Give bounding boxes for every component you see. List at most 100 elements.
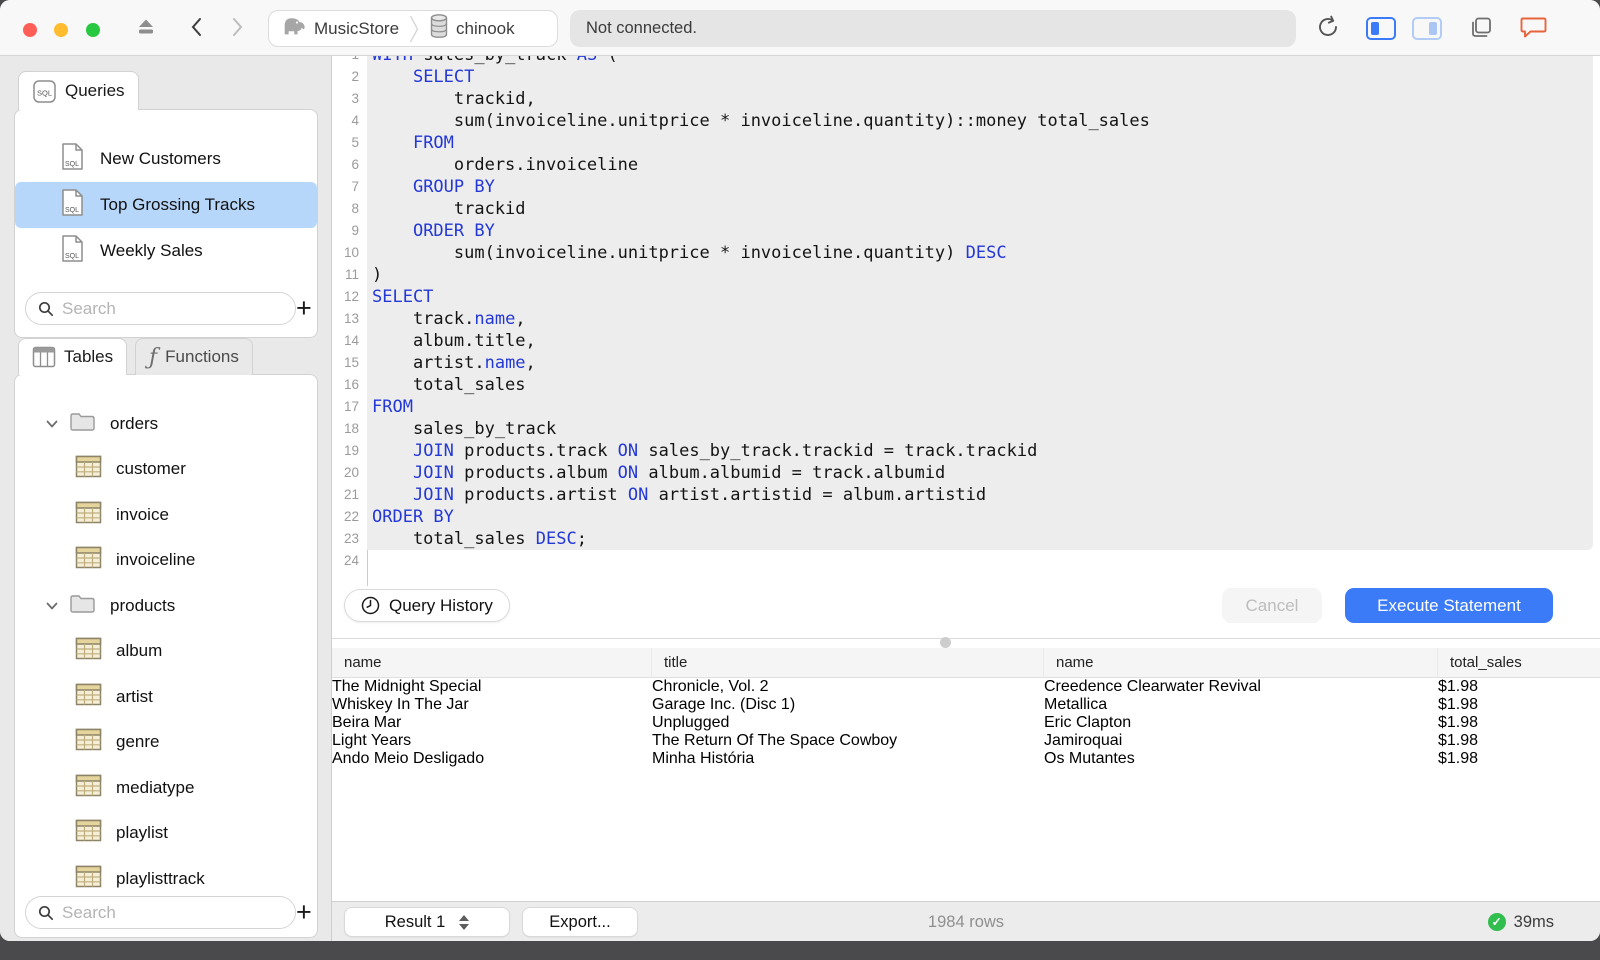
table-cell[interactable]: $1.98: [1438, 750, 1600, 768]
table-cell[interactable]: The Midnight Special: [332, 678, 652, 696]
tables-search-input[interactable]: [62, 902, 283, 923]
line-number: 8: [351, 201, 359, 216]
breadcrumb-server[interactable]: MusicStore: [269, 11, 409, 46]
code-line: 6 orders.invoiceline: [332, 154, 1600, 176]
query-item[interactable]: SQL Weekly Sales: [15, 228, 317, 274]
tree-folder[interactable]: orders: [15, 401, 317, 447]
queries-search[interactable]: [25, 292, 296, 325]
table-cell[interactable]: The Return Of The Space Cowboy: [652, 732, 1044, 750]
svg-text:SQL: SQL: [65, 161, 79, 168]
tree-item-label: playlist: [116, 823, 168, 843]
line-number: 22: [343, 509, 359, 524]
column-header[interactable]: name: [332, 648, 652, 677]
table-cell[interactable]: Whiskey In The Jar: [332, 696, 652, 714]
success-check-icon: ✓: [1487, 913, 1506, 931]
refresh-icon[interactable]: [1315, 14, 1341, 40]
table-cell[interactable]: $1.98: [1438, 696, 1600, 714]
table-cell[interactable]: $1.98: [1438, 714, 1600, 732]
sidebar-right-toggle[interactable]: [1412, 17, 1442, 40]
tree-table[interactable]: album: [15, 629, 317, 675]
line-number: 24: [343, 553, 359, 568]
table-row[interactable]: Beira Mar Unplugged Eric Clapton $1.98: [332, 714, 1600, 732]
add-query-button[interactable]: +: [296, 292, 312, 325]
sql-code: 1WITH sales_by_track AS (2 SELECT3 track…: [332, 56, 1600, 572]
tab-functions[interactable]: ƒ Functions: [135, 338, 253, 375]
execute-statement-button[interactable]: Execute Statement: [1345, 588, 1553, 623]
line-number: 21: [343, 487, 359, 502]
title-bar: MusicStore chinook Not connected.: [0, 0, 1600, 56]
cancel-button: Cancel: [1222, 588, 1322, 623]
tree-table[interactable]: invoice: [15, 492, 317, 538]
tab-queries[interactable]: SQL Queries: [18, 71, 139, 110]
query-history-label: Query History: [389, 595, 493, 615]
feedback-bubble-icon[interactable]: [1519, 14, 1548, 41]
table-cell[interactable]: Jamiroquai: [1044, 732, 1438, 750]
back-icon[interactable]: [186, 16, 208, 38]
cancel-label: Cancel: [1245, 595, 1299, 615]
table-cell[interactable]: Minha História: [652, 750, 1044, 768]
table-icon: [75, 637, 102, 665]
forward-icon[interactable]: [226, 16, 248, 38]
table-icon: [75, 819, 102, 847]
table-row[interactable]: Light Years The Return Of The Space Cowbo…: [332, 732, 1600, 750]
table-cell[interactable]: Chronicle, Vol. 2: [652, 678, 1044, 696]
query-history-button[interactable]: Query History: [344, 589, 510, 622]
column-header[interactable]: total_sales: [1438, 648, 1600, 677]
line-number: 6: [351, 157, 359, 172]
tree-table[interactable]: mediatype: [15, 765, 317, 811]
table-cell[interactable]: Light Years: [332, 732, 652, 750]
tree-table[interactable]: artist: [15, 674, 317, 720]
eject-icon[interactable]: [134, 14, 158, 38]
table-cell[interactable]: $1.98: [1438, 732, 1600, 750]
tree-table[interactable]: customer: [15, 447, 317, 493]
pane-splitter[interactable]: [332, 637, 1600, 648]
table-cell[interactable]: Creedence Clearwater Revival: [1044, 678, 1438, 696]
splitter-handle[interactable]: [940, 637, 951, 648]
table-row[interactable]: Ando Meio Desligado Minha História Os Muta…: [332, 750, 1600, 768]
code-line: 3 trackid,: [332, 88, 1600, 110]
sql-file-icon: SQL: [61, 142, 84, 176]
code-line: 23 total_sales DESC;: [332, 528, 1600, 550]
table-cell[interactable]: $1.98: [1438, 678, 1600, 696]
tree-folder[interactable]: products: [15, 583, 317, 629]
breadcrumb-database[interactable]: chinook: [419, 11, 525, 46]
breadcrumb-separator: [409, 15, 419, 42]
table-cell[interactable]: Os Mutantes: [1044, 750, 1438, 768]
sidebar-left-toggle[interactable]: [1366, 17, 1396, 40]
row-count: 1984 rows: [927, 912, 1005, 931]
queries-panel: SQL New Customers SQL Top Grossing Tracks SQ…: [14, 109, 318, 338]
table-row[interactable]: Whiskey In The Jar Garage Inc. (Disc 1) Me…: [332, 696, 1600, 714]
tree-table[interactable]: genre: [15, 720, 317, 766]
tree-table[interactable]: playlist: [15, 811, 317, 857]
table-cell[interactable]: Ando Meio Desligado: [332, 750, 652, 768]
tree-item-label: invoiceline: [116, 550, 196, 570]
tree-table[interactable]: invoiceline: [15, 538, 317, 584]
minimize-window-button[interactable]: [54, 23, 68, 37]
results-header: name title name total_sales: [332, 648, 1600, 678]
queries-search-input[interactable]: [62, 298, 283, 319]
close-window-button[interactable]: [23, 23, 37, 37]
sql-editor[interactable]: 1WITH sales_by_track AS (2 SELECT3 track…: [332, 56, 1600, 586]
table-cell[interactable]: Beira Mar: [332, 714, 652, 732]
column-header[interactable]: name: [1044, 648, 1438, 677]
query-item[interactable]: SQL Top Grossing Tracks: [15, 182, 317, 228]
code-line: 18 sales_by_track: [332, 418, 1600, 440]
query-item[interactable]: SQL New Customers: [15, 136, 317, 182]
connection-status: Not connected.: [570, 10, 1296, 47]
table-cell[interactable]: Garage Inc. (Disc 1): [652, 696, 1044, 714]
zoom-window-button[interactable]: [86, 23, 100, 37]
tab-tables[interactable]: Tables: [18, 338, 128, 375]
editor-footer: Query History Cancel Execute Statement: [332, 586, 1600, 638]
table-cell[interactable]: Unplugged: [652, 714, 1044, 732]
column-header[interactable]: title: [652, 648, 1044, 677]
chevron-down-icon[interactable]: [41, 599, 63, 613]
windows-icon[interactable]: [1468, 14, 1495, 41]
add-table-button[interactable]: +: [296, 896, 312, 929]
chevron-down-icon[interactable]: [41, 417, 63, 431]
table-cell[interactable]: Eric Clapton: [1044, 714, 1438, 732]
table-cell[interactable]: Metallica: [1044, 696, 1438, 714]
line-number: 14: [343, 333, 359, 348]
tables-search[interactable]: [25, 896, 296, 929]
code-line: 9 ORDER BY: [332, 220, 1600, 242]
table-row[interactable]: The Midnight Special Chronicle, Vol. 2 Cre…: [332, 678, 1600, 696]
